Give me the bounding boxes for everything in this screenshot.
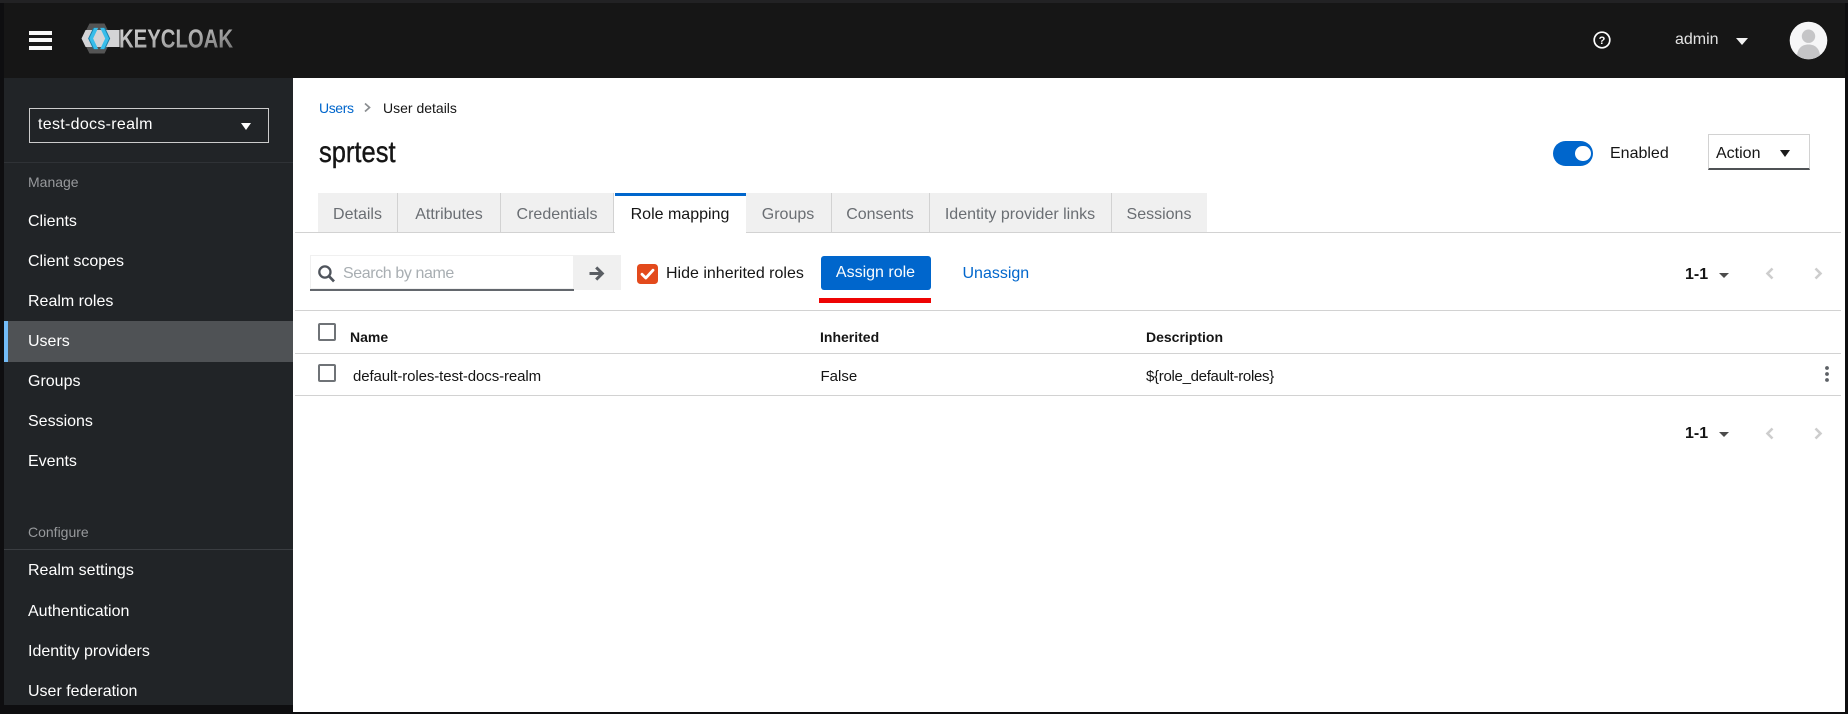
svg-text:KEYCLOAK: KEYCLOAK — [119, 26, 233, 54]
svg-text:?: ? — [1599, 35, 1606, 47]
